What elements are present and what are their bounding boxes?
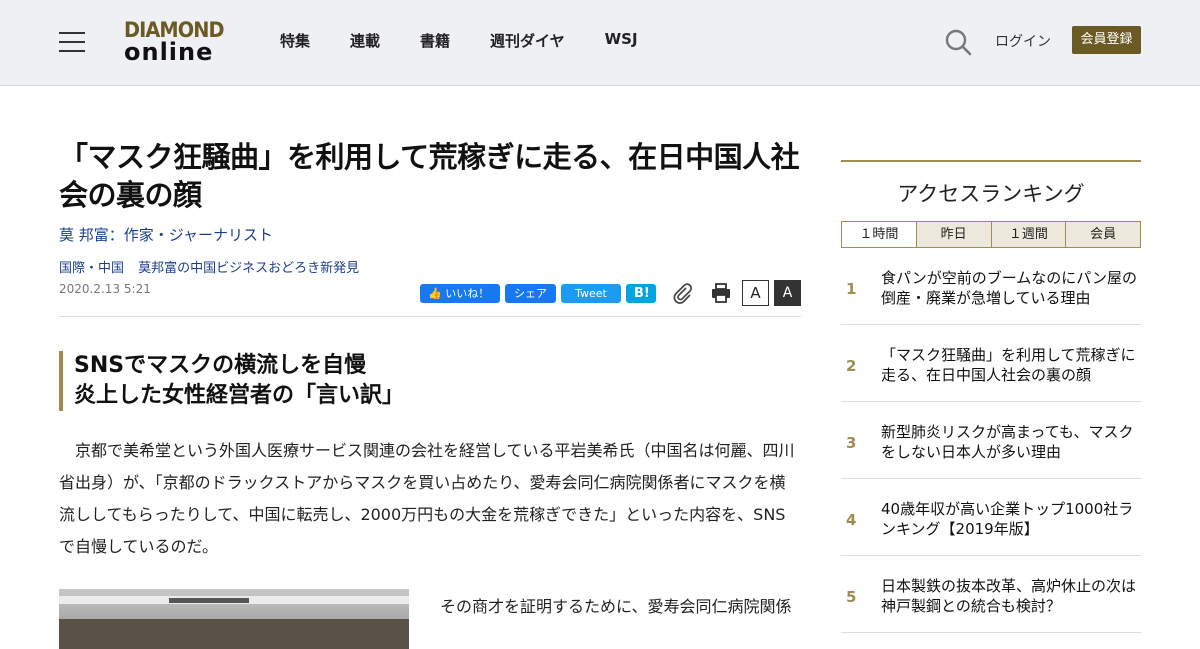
article: 「マスク狂騒曲」を利用して荒稼ぎに走る、在日中国人社会の裏の顔 莫 邦富：作家・…	[59, 138, 801, 649]
logo-line-2: online	[124, 38, 214, 66]
category-links: 国際・中国 莫邦富の中国ビジネスおどろき新発見	[59, 257, 801, 276]
hatena-bookmark-button[interactable]: B!	[626, 283, 656, 303]
rank-number: 5	[846, 588, 857, 606]
nav-item-wsj[interactable]: WSJ	[605, 30, 638, 51]
rank-number: 2	[846, 357, 857, 375]
nav-item-series[interactable]: 連載	[350, 30, 380, 51]
category-link-series[interactable]: 莫邦富の中国ビジネスおどろき新発見	[138, 261, 359, 276]
facebook-share-button[interactable]: シェア	[505, 283, 556, 303]
search-icon[interactable]	[944, 28, 972, 56]
ranking-tabs: １時間 昨日 １週間 会員	[841, 221, 1141, 248]
share-bar: 👍 いいね！ シェア Tweet B! A A	[415, 280, 801, 306]
tab-1-hour[interactable]: １時間	[842, 222, 916, 247]
rank-title-link[interactable]: 新型肺炎リスクが高まっても、マスクをしない日本人が多い理由	[881, 422, 1141, 462]
article-photo[interactable]	[59, 589, 409, 649]
subheading-line-1: SNSでマスクの横流しを自慢	[74, 353, 367, 378]
ranking-item[interactable]: 1 食パンが空前のブームなのにパン屋の倒産・廃業が急増している理由	[841, 248, 1141, 325]
site-logo[interactable]: DIAMOND online	[124, 20, 228, 66]
ranking-item[interactable]: 2 「マスク狂騒曲」を利用して荒稼ぎに走る、在日中国人社会の裏の顔	[841, 325, 1141, 402]
category-link-region[interactable]: 国際・中国	[59, 261, 124, 276]
rank-number: 3	[846, 434, 857, 452]
article-meta: 2020.2.13 5:21 👍 いいね！ シェア Tweet B! A A	[59, 280, 801, 310]
tab-1-week[interactable]: １週間	[990, 222, 1066, 247]
site-header: DIAMOND online 特集 連載 書籍 週刊ダイヤ WSJ ログイン 会…	[0, 0, 1200, 86]
rank-title-link[interactable]: 食パンが空前のブームなのにパン屋の倒産・廃業が急増している理由	[881, 268, 1141, 308]
tab-yesterday[interactable]: 昨日	[915, 222, 991, 247]
tweet-button[interactable]: Tweet	[561, 283, 621, 303]
nav-item-weekly[interactable]: 週刊ダイヤ	[490, 30, 565, 51]
like-label: いいね！	[445, 286, 490, 300]
article-title: 「マスク狂騒曲」を利用して荒稼ぎに走る、在日中国人社会の裏の顔	[59, 140, 800, 212]
article-paragraph: 京都で美希堂という外国人医療サービス関連の会社を経営している平岩美希氏（中国名は…	[59, 441, 795, 556]
paperclip-icon[interactable]	[672, 282, 694, 304]
facebook-like-button[interactable]: 👍 いいね！	[420, 283, 500, 303]
logo-line-1: DIAMOND	[124, 18, 225, 42]
rank-number: 4	[846, 511, 857, 529]
font-size-large-button[interactable]: A	[774, 280, 801, 306]
ranking-top-border	[841, 160, 1141, 162]
login-link[interactable]: ログイン	[995, 31, 1051, 51]
ranking-item[interactable]: 4 40歳年収が高い企業トップ1000社ランキング【2019年版】	[841, 479, 1141, 556]
ranking-title: アクセスランキング	[897, 182, 1085, 206]
author-link[interactable]: 莫 邦富：作家・ジャーナリスト	[59, 224, 801, 245]
rank-title-link[interactable]: 「マスク狂騒曲」を利用して荒稼ぎに走る、在日中国人社会の裏の顔	[881, 345, 1141, 385]
access-ranking: アクセスランキング １時間 昨日 １週間 会員 1 食パンが空前のブームなのにパ…	[841, 160, 1141, 633]
article-subheading: SNSでマスクの横流しを自慢 炎上した女性経営者の「言い訳」	[59, 351, 801, 411]
article-paragraph-2: その商才を証明するために、愛寿会同仁病院関係	[440, 597, 792, 616]
menu-icon[interactable]	[59, 32, 85, 52]
nav-item-feature[interactable]: 特集	[280, 30, 310, 51]
tab-members[interactable]: 会員	[1065, 222, 1140, 247]
ranking-item[interactable]: 5 日本製鉄の抜本改革、高炉休止の次は神戸製鋼との統合も検討？	[841, 556, 1141, 633]
register-button[interactable]: 会員登録	[1072, 26, 1141, 54]
rank-title-link[interactable]: 40歳年収が高い企業トップ1000社ランキング【2019年版】	[881, 499, 1141, 539]
rank-title-link[interactable]: 日本製鉄の抜本改革、高炉休止の次は神戸製鋼との統合も検討？	[881, 576, 1141, 616]
article-divider	[59, 316, 801, 317]
rank-number: 1	[846, 280, 857, 298]
subheading-line-2: 炎上した女性経営者の「言い訳」	[74, 383, 405, 408]
ranking-item[interactable]: 3 新型肺炎リスクが高まっても、マスクをしない日本人が多い理由	[841, 402, 1141, 479]
publish-date: 2020.2.13 5:21	[59, 282, 151, 296]
nav-item-books[interactable]: 書籍	[420, 30, 450, 51]
thumbs-up-icon: 👍	[428, 286, 442, 300]
font-size-small-button[interactable]: A	[742, 280, 769, 306]
print-icon[interactable]	[710, 282, 732, 304]
main-nav: 特集 連載 書籍 週刊ダイヤ WSJ	[280, 30, 678, 51]
photo-row: その商才を証明するために、愛寿会同仁病院関係	[59, 589, 801, 649]
